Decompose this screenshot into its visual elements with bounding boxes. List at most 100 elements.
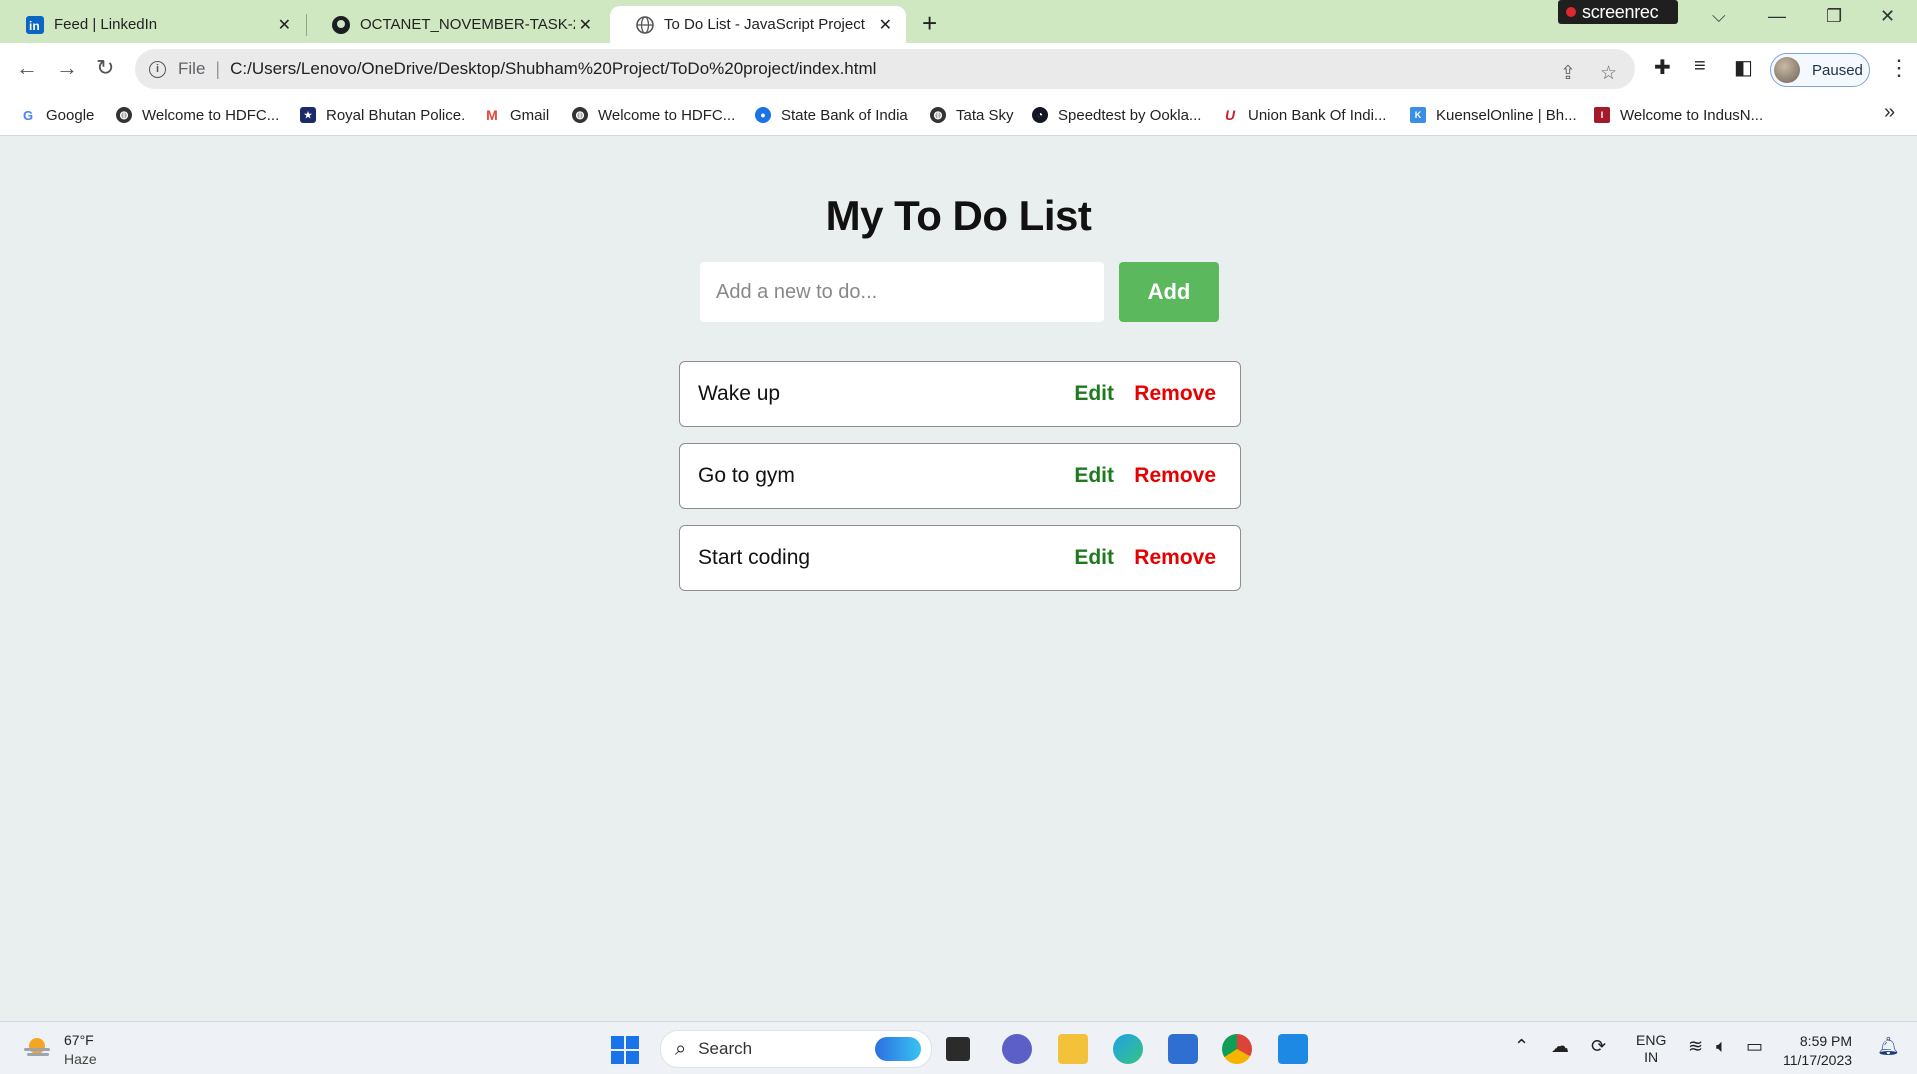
remove-button[interactable]: Remove: [1134, 546, 1216, 570]
tab-search-chevron-icon[interactable]: ⌵: [1712, 6, 1726, 27]
sync-icon[interactable]: ⟳: [1591, 1036, 1606, 1057]
clock-date: 11/17/2023: [1783, 1052, 1853, 1068]
browser-toolbar: ← → ↻ i File | C:/Users/Lenovo/OneDrive/…: [0, 43, 1917, 95]
todo-item: Start coding Edit Remove: [679, 525, 1241, 591]
bookmark-speedtest[interactable]: ◔ Speedtest by Ookla...: [1032, 103, 1201, 127]
url-text[interactable]: C:/Users/Lenovo/OneDrive/Desktop/Shubham…: [230, 59, 876, 79]
todo-list: Wake up Edit Remove Go to gym Edit Remov…: [679, 361, 1241, 607]
kuensel-icon: K: [1410, 107, 1426, 123]
add-button[interactable]: Add: [1119, 262, 1219, 322]
tab-title: To Do List - JavaScript Project: [664, 16, 865, 33]
bookmark-google[interactable]: G Google: [20, 103, 94, 127]
system-clock[interactable]: 8:59 PM 11/17/2023: [1783, 1032, 1852, 1070]
bookmark-hdfc[interactable]: ◍ Welcome to HDFC...: [116, 103, 279, 127]
edit-button[interactable]: Edit: [1074, 546, 1114, 570]
bookmark-kuensel[interactable]: K KuenselOnline | Bh...: [1410, 103, 1577, 127]
browser-tab-strip: in Feed | LinkedIn ✕ OCTANET_NOVEMBER-TA…: [0, 0, 1917, 43]
weather-haze-icon[interactable]: [22, 1034, 52, 1060]
bookmark-tata-sky[interactable]: ◍ Tata Sky: [930, 103, 1014, 127]
todo-text: Go to gym: [698, 464, 795, 487]
todo-text: Wake up: [698, 382, 781, 405]
reload-icon[interactable]: ↻: [96, 55, 114, 81]
bookmarks-bar: G Google ◍ Welcome to HDFC... ★ Royal Bh…: [0, 95, 1917, 136]
bookmark-label: Welcome to HDFC...: [142, 106, 280, 124]
bookmark-union-bank[interactable]: U Union Bank Of Indi...: [1222, 103, 1386, 127]
bookmark-label: Speedtest by Ookla...: [1058, 106, 1202, 124]
media-control-icon[interactable]: ≡: [1694, 55, 1706, 78]
weather-condition: Haze: [64, 1051, 97, 1067]
google-icon: G: [22, 107, 34, 123]
edit-button[interactable]: Edit: [1074, 464, 1114, 488]
screenrec-badge: screenrec: [1558, 0, 1678, 24]
bookmark-label: Tata Sky: [956, 106, 1014, 124]
back-icon[interactable]: ←: [16, 55, 38, 81]
new-tab-icon[interactable]: +: [922, 8, 937, 39]
url-divider: |: [215, 58, 221, 79]
side-panel-icon[interactable]: ◧: [1734, 55, 1753, 80]
record-icon: [1566, 7, 1576, 17]
forward-icon[interactable]: →: [56, 55, 78, 81]
minimize-icon[interactable]: —: [1768, 6, 1786, 27]
file-explorer-icon[interactable]: [1058, 1034, 1088, 1064]
close-icon[interactable]: ✕: [579, 15, 592, 35]
onedrive-cloud-icon[interactable]: ☁: [1551, 1036, 1569, 1057]
clock-time: 8:59 PM: [1799, 1033, 1853, 1049]
bookmark-royal-bhutan-police[interactable]: ★ Royal Bhutan Police.: [300, 103, 465, 127]
screenrec-label: screenrec: [1582, 1, 1659, 22]
bookmark-label: Welcome to IndusN...: [1620, 106, 1764, 124]
taskbar-search[interactable]: ⌕ Search: [660, 1030, 932, 1068]
weather-temperature: 67°F: [64, 1032, 94, 1048]
bookmark-indusind[interactable]: I Welcome to IndusN...: [1594, 103, 1763, 127]
bookmark-hdfc-2[interactable]: ◍ Welcome to HDFC...: [572, 103, 735, 127]
url-scheme: File: [178, 59, 206, 78]
more-menu-icon[interactable]: ⋮: [1888, 55, 1910, 81]
bookmark-gmail[interactable]: M Gmail: [484, 103, 549, 127]
bookmark-sbi[interactable]: ● State Bank of India: [755, 103, 908, 127]
battery-icon[interactable]: ▭: [1746, 1036, 1763, 1057]
bookmark-label: Welcome to HDFC...: [598, 106, 736, 124]
remove-button[interactable]: Remove: [1134, 464, 1216, 488]
github-icon: [332, 15, 350, 34]
gmail-icon: M: [486, 107, 498, 123]
chevron-up-icon[interactable]: ⌃: [1514, 1036, 1529, 1057]
windows-start-icon[interactable]: [611, 1036, 639, 1064]
remove-button[interactable]: Remove: [1134, 382, 1216, 406]
language-indicator[interactable]: ENG IN: [1636, 1032, 1666, 1066]
info-icon[interactable]: i: [149, 60, 166, 78]
speedtest-icon: ◔: [1032, 107, 1048, 123]
window-close-icon[interactable]: ✕: [1880, 6, 1895, 27]
todo-item: Go to gym Edit Remove: [679, 443, 1241, 509]
todo-input[interactable]: [700, 262, 1104, 322]
close-icon[interactable]: ✕: [879, 15, 892, 35]
bookmark-star-icon[interactable]: ☆: [1600, 62, 1617, 85]
task-view-icon[interactable]: [946, 1037, 970, 1061]
profile-button[interactable]: Paused: [1770, 53, 1870, 87]
tab-github[interactable]: OCTANET_NOVEMBER-TASK-2/ ✕: [306, 6, 606, 43]
edit-button[interactable]: Edit: [1074, 382, 1114, 406]
page-title: My To Do List: [825, 192, 1092, 239]
share-icon[interactable]: ⇪: [1560, 62, 1576, 85]
address-bar[interactable]: i File | C:/Users/Lenovo/OneDrive/Deskto…: [135, 49, 1635, 89]
close-icon[interactable]: ✕: [278, 15, 291, 35]
police-badge-icon: ★: [300, 107, 316, 123]
notification-bell-icon[interactable]: 🔔︎: [1877, 1036, 1900, 1057]
search-highlight-icon: [875, 1037, 921, 1061]
microsoft-store-icon[interactable]: [1168, 1034, 1198, 1064]
extensions-icon[interactable]: ✚: [1654, 55, 1671, 80]
edge-browser-icon[interactable]: [1113, 1034, 1143, 1064]
search-icon: ⌕: [675, 1037, 687, 1060]
tab-todo-list[interactable]: To Do List - JavaScript Project ✕: [610, 6, 906, 43]
chrome-icon[interactable]: [1222, 1034, 1252, 1064]
wifi-icon[interactable]: ≋: [1688, 1036, 1703, 1057]
sbi-icon: ●: [755, 107, 771, 123]
union-bank-icon: U: [1224, 107, 1236, 123]
bookmark-label: State Bank of India: [781, 106, 908, 124]
tab-linkedin[interactable]: in Feed | LinkedIn ✕: [0, 6, 305, 43]
teams-chat-icon[interactable]: [1002, 1034, 1032, 1064]
volume-icon[interactable]: 🔈︎: [1716, 1036, 1727, 1057]
tab-title: Feed | LinkedIn: [54, 16, 158, 33]
tab-title: OCTANET_NOVEMBER-TASK-2/: [360, 16, 575, 33]
more-bookmarks-icon[interactable]: »: [1884, 101, 1895, 124]
restore-icon[interactable]: ❐: [1826, 6, 1842, 27]
vscode-icon[interactable]: [1278, 1034, 1308, 1064]
